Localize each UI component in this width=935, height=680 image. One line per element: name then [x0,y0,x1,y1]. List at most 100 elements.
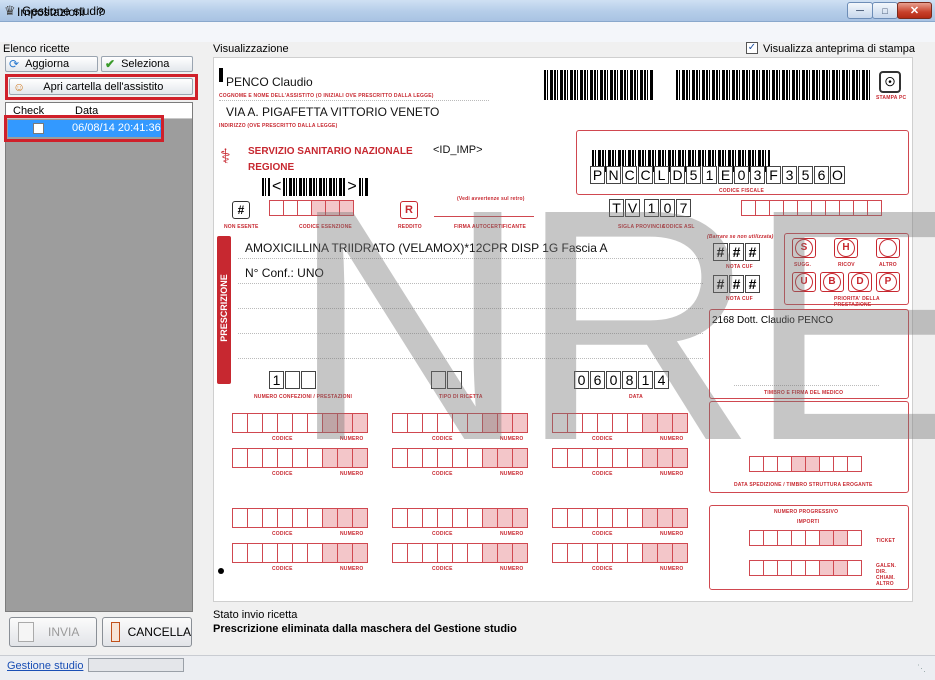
code-cell-0 [552,448,568,468]
code-cell-4 [292,413,308,433]
label-importi: IMPORTI [797,519,820,525]
code-cell-2 [422,508,438,528]
code-cell-3 [277,448,293,468]
code-cell-5 [467,413,483,433]
extra-box-7 [839,200,854,216]
code-cell-7 [657,448,673,468]
code-boxes [552,508,688,528]
label-codice: CODICE [592,566,613,572]
minimize-button[interactable]: ─ [847,2,873,19]
seleziona-label: Seleziona [121,58,170,70]
code-group-2-0: CODICE NUMERO [232,508,368,537]
prio-d: D [851,273,869,291]
code-cell-5 [307,448,323,468]
label-galen: GALEN. DIR. CHIAM. ALTRO [876,563,897,587]
code-cell-1 [247,508,263,528]
code-cell-5 [307,508,323,528]
importi2-box-2 [777,560,792,576]
maximize-icon: □ [882,5,888,16]
aggiorna-button[interactable]: ⟳ Aggiorna [5,56,98,72]
label-nota-cuf-2: NOTA CUF [726,296,753,302]
delete-document-icon [111,622,120,642]
cf-char-2: C [622,166,637,184]
anteprima-label[interactable]: Visualizza anteprima di stampa [763,43,915,55]
code-cell-0 [232,508,248,528]
send-document-icon [18,622,34,642]
extra-box-5 [811,200,826,216]
code-cell-6 [482,448,498,468]
menu-impostazioni[interactable]: Impostazioni [17,5,84,19]
seleziona-button[interactable]: ✔ Seleziona [101,56,193,72]
data-digit-3: 8 [622,371,637,389]
close-button[interactable]: ✕ [897,2,932,19]
sped-box-7 [847,456,862,472]
code-cell-7 [497,543,513,563]
resize-grip-icon[interactable]: ⋱ [917,663,931,677]
tipo-ricetta [431,371,463,389]
code-cell-1 [247,448,263,468]
provincia: TV [609,199,641,217]
code-cell-4 [612,543,628,563]
code-cell-7 [337,508,353,528]
code-group-1-0: CODICE NUMERO [232,448,368,477]
codebar-small-mid [283,178,346,196]
code-cell-8 [512,543,528,563]
extra-box-9 [867,200,882,216]
prescrizione-text: AMOXICILLINA TRIIDRATO (VELAMOX)*12CPR D… [245,241,608,255]
code-group-0-1: CODICE NUMERO [392,413,528,442]
code-cell-8 [512,448,528,468]
sugg-circle: S [795,239,813,257]
asl-char-1: 0 [660,199,675,217]
code-cell-1 [407,448,423,468]
code-cell-8 [512,508,528,528]
code-cell-6 [642,508,658,528]
code-cell-4 [452,413,468,433]
esenzione-box-3 [311,200,326,216]
label-numero: NUMERO [500,531,524,537]
status-link[interactable]: Gestione studio [7,660,83,672]
minimize-icon: ─ [856,4,864,17]
invia-label: INVIA [48,625,80,639]
sped-box-6 [833,456,848,472]
code-cell-6 [642,448,658,468]
data-digit-4: 1 [638,371,653,389]
codebar-small: < > [262,178,369,196]
code-boxes [552,543,688,563]
label-codice: CODICE [272,471,293,477]
code-cell-3 [597,543,613,563]
esenzione-box-2 [297,200,312,216]
importi1-box-3 [791,530,806,546]
label-num-prog: NUMERO PROGRESSIVO [774,509,839,515]
code-cell-4 [452,448,468,468]
code-cell-3 [437,508,453,528]
codebar-marker-left: < [272,178,282,195]
code-cell-7 [497,413,513,433]
label-priorita: PRIORITA' DELLA PRESTAZIONE [834,296,880,308]
code-cell-6 [322,413,338,433]
importi2-box-7 [847,560,862,576]
rule-2 [238,283,703,284]
cf-char-15: O [830,166,845,184]
asl-char-0: 1 [644,199,659,217]
code-cell-0 [552,413,568,433]
asl: 107 [644,199,692,217]
cancella-button[interactable]: CANCELLA [102,617,192,647]
code-cell-3 [597,508,613,528]
code-boxes [232,448,368,468]
label-codice: CODICE [272,566,293,572]
maximize-button[interactable]: □ [872,2,898,19]
cf-digits: PNCCLD51E03F356O [590,166,846,184]
code-cell-4 [612,508,628,528]
menu-help[interactable]: ? [97,5,104,19]
code-cell-2 [582,413,598,433]
anteprima-checkbox[interactable]: ✓ [746,42,758,54]
tipo-digits [431,371,463,389]
ricette-list[interactable] [5,102,193,612]
cf-char-1: N [606,166,621,184]
aggiorna-label: Aggiorna [25,58,70,70]
invia-button[interactable]: INVIA [9,617,97,647]
esenzione-box-0 [269,200,284,216]
prov-char-0: T [609,199,624,217]
close-icon: ✕ [909,5,920,17]
code-cell-3 [437,448,453,468]
